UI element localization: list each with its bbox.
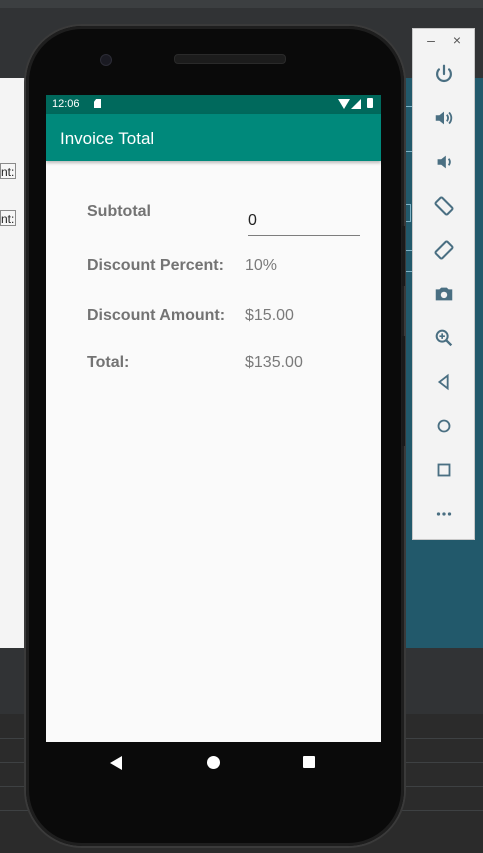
rotate-left-icon[interactable] — [433, 195, 455, 217]
discount-amount-value: $15.00 — [245, 307, 294, 324]
ide-top-bar — [0, 0, 483, 8]
overview-icon[interactable] — [433, 459, 455, 481]
signal-icon — [351, 99, 361, 109]
total-label: Total: — [87, 354, 130, 371]
layout-design-surface: nt: nt: — [0, 78, 27, 648]
status-bar: 12:06 — [46, 95, 381, 114]
total-value: $135.00 — [245, 354, 303, 371]
subtotal-input[interactable] — [248, 209, 360, 236]
sd-card-icon — [94, 99, 101, 108]
camera-icon[interactable] — [433, 283, 455, 305]
more-icon[interactable] — [433, 503, 455, 525]
app-title: Invoice Total — [60, 129, 155, 148]
app-bar: Invoice Total — [46, 114, 381, 161]
front-camera — [100, 54, 112, 66]
volume-up-icon[interactable] — [433, 107, 455, 129]
discount-percent-value: 10% — [245, 257, 278, 274]
power-icon[interactable] — [433, 63, 455, 85]
status-time: 12:06 — [52, 98, 80, 110]
volume-down-icon[interactable] — [433, 151, 455, 173]
volume-key — [402, 226, 405, 286]
discount-amount-label: Discount Amount: — [87, 307, 226, 324]
design-label[interactable]: nt: — [0, 210, 16, 226]
earpiece-speaker — [174, 54, 286, 64]
home-icon[interactable] — [433, 415, 455, 437]
battery-icon — [367, 98, 373, 108]
minimize-button[interactable]: – — [423, 32, 439, 48]
emulator-toolbar: – × — [412, 28, 475, 540]
device-screen: 12:06 Invoice Total Subtotal Discount Pe… — [46, 95, 381, 742]
navigation-bar — [46, 742, 381, 782]
wifi-icon — [338, 99, 350, 109]
back-icon[interactable] — [433, 371, 455, 393]
subtotal-label: Subtotal — [87, 203, 151, 220]
zoom-icon[interactable] — [433, 327, 455, 349]
design-label[interactable]: nt: — [0, 163, 16, 179]
close-button[interactable]: × — [449, 32, 465, 48]
nav-recents-icon[interactable] — [303, 756, 315, 768]
rotate-right-icon[interactable] — [433, 239, 455, 261]
discount-percent-label: Discount Percent: — [87, 257, 224, 274]
nav-home-icon[interactable] — [207, 756, 220, 769]
power-key — [402, 336, 405, 446]
nav-back-icon[interactable] — [110, 756, 122, 770]
